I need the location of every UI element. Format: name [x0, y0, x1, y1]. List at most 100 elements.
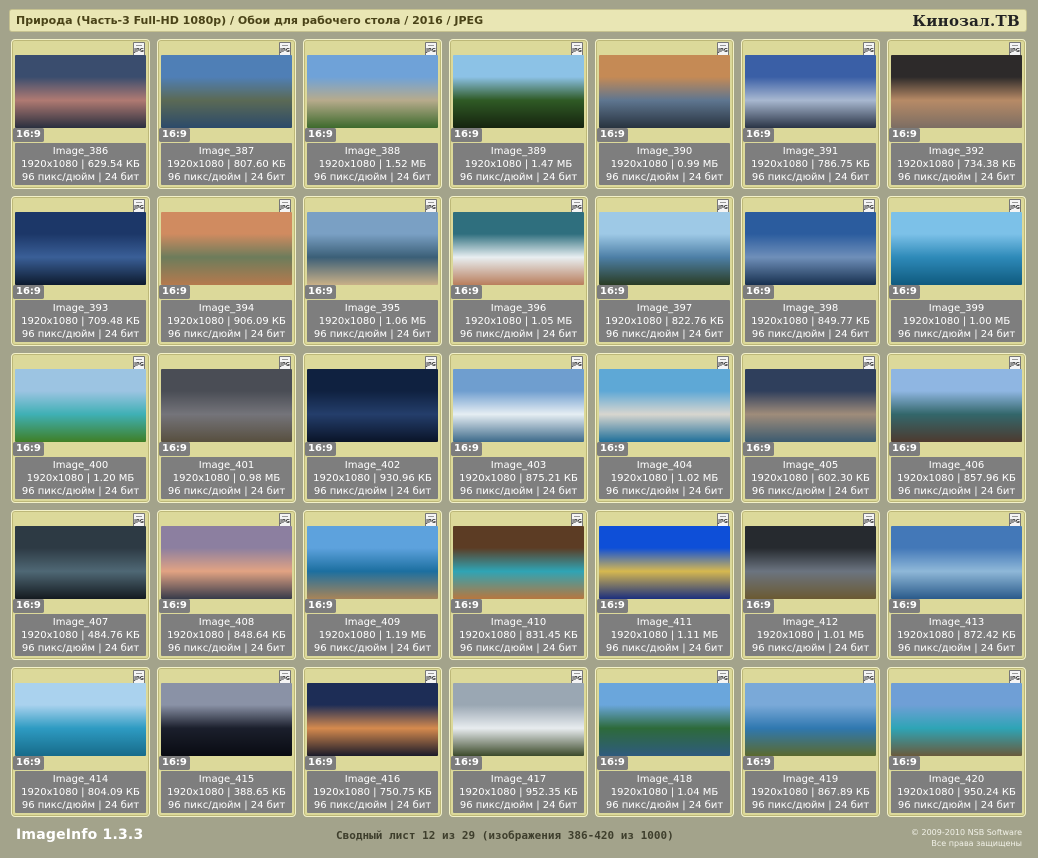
thumbnail-image[interactable] — [745, 526, 876, 599]
image-info-panel: Image_396 1920x1080 | 1.05 МБ 96 пикс/дюйм… — [453, 300, 584, 342]
thumbnail-card[interactable]: JPG 16:9 Image_403 1920x1080 | 875.21 КБ 96 … — [449, 353, 588, 503]
image-name: Image_401 — [198, 460, 255, 471]
image-name: Image_420 — [928, 774, 985, 785]
thumbnail-card[interactable]: JPG 16:9 Image_402 1920x1080 | 930.96 КБ 96 … — [303, 353, 442, 503]
thumbnail-card[interactable]: JPG 16:9 Image_399 1920x1080 | 1.00 МБ 96 пи… — [887, 196, 1026, 346]
thumbnail-card[interactable]: JPG 16:9 Image_411 1920x1080 | 1.11 МБ 96 пи… — [595, 510, 734, 660]
thumbnail-image[interactable] — [453, 212, 584, 285]
image-resolution-depth: 96 пикс/дюйм | 24 бит — [167, 172, 286, 183]
thumbnail-image[interactable] — [161, 212, 292, 285]
thumbnail-card[interactable]: JPG 16:9 Image_406 1920x1080 | 857.96 КБ 96 … — [887, 353, 1026, 503]
thumbnail-card[interactable]: JPG 16:9 Image_401 1920x1080 | 0.98 МБ 96 пи… — [157, 353, 296, 503]
aspect-ratio-badge: 16:9 — [451, 599, 482, 613]
aspect-ratio-badge: 16:9 — [451, 128, 482, 142]
thumbnail-image[interactable] — [15, 369, 146, 442]
thumbnail-image[interactable] — [891, 212, 1022, 285]
image-name: Image_410 — [490, 617, 547, 628]
thumbnail-image[interactable] — [15, 212, 146, 285]
image-resolution-depth: 96 пикс/дюйм | 24 бит — [21, 172, 140, 183]
thumbnail-image[interactable] — [161, 55, 292, 128]
thumbnail-card[interactable]: JPG 16:9 Image_395 1920x1080 | 1.06 МБ 96 пи… — [303, 196, 442, 346]
thumbnail-image[interactable] — [599, 683, 730, 756]
thumbnail-card[interactable]: JPG 16:9 Image_416 1920x1080 | 750.75 КБ 96 … — [303, 667, 442, 817]
thumbnail-image[interactable] — [599, 526, 730, 599]
image-resolution-depth: 96 пикс/дюйм | 24 бит — [167, 486, 286, 497]
image-name: Image_397 — [636, 303, 693, 314]
thumbnail-card[interactable]: JPG 16:9 Image_397 1920x1080 | 822.76 КБ 96 … — [595, 196, 734, 346]
thumbnail-image[interactable] — [599, 212, 730, 285]
thumbnail-card[interactable]: JPG 16:9 Image_404 1920x1080 | 1.02 МБ 96 пи… — [595, 353, 734, 503]
thumbnail-card[interactable]: JPG 16:9 Image_410 1920x1080 | 831.45 КБ 96 … — [449, 510, 588, 660]
thumbnail-card[interactable]: JPG 16:9 Image_413 1920x1080 | 872.42 КБ 96 … — [887, 510, 1026, 660]
thumbnail-image[interactable] — [599, 55, 730, 128]
thumbnail-image[interactable] — [745, 55, 876, 128]
thumbnail-card[interactable]: JPG 16:9 Image_393 1920x1080 | 709.48 КБ 96 … — [11, 196, 150, 346]
thumbnail-card[interactable]: JPG 16:9 Image_407 1920x1080 | 484.76 КБ 96 … — [11, 510, 150, 660]
aspect-ratio-badge: 16:9 — [889, 599, 920, 613]
image-name: Image_419 — [782, 774, 839, 785]
thumbnail-image[interactable] — [307, 369, 438, 442]
thumbnail-card[interactable]: JPG 16:9 Image_398 1920x1080 | 849.77 КБ 96 … — [741, 196, 880, 346]
thumbnail-card[interactable]: JPG 16:9 Image_386 1920x1080 | 629.54 КБ 96 … — [11, 39, 150, 189]
thumbnail-image[interactable] — [745, 683, 876, 756]
thumbnail-card[interactable]: JPG 16:9 Image_409 1920x1080 | 1.19 МБ 96 пи… — [303, 510, 442, 660]
thumbnail-image[interactable] — [453, 683, 584, 756]
thumbnail-card[interactable]: JPG 16:9 Image_388 1920x1080 | 1.52 МБ 96 пи… — [303, 39, 442, 189]
thumbnail-card[interactable]: JPG 16:9 Image_392 1920x1080 | 734.38 КБ 96 … — [887, 39, 1026, 189]
image-name: Image_387 — [198, 146, 255, 157]
image-info-panel: Image_414 1920x1080 | 804.09 КБ 96 пикс/дю… — [15, 771, 146, 813]
thumbnail-image[interactable] — [891, 55, 1022, 128]
image-info-panel: Image_399 1920x1080 | 1.00 МБ 96 пикс/дюйм… — [891, 300, 1022, 342]
aspect-ratio-badge: 16:9 — [13, 285, 44, 299]
thumbnail-image[interactable] — [745, 369, 876, 442]
image-resolution-depth: 96 пикс/дюйм | 24 бит — [313, 172, 432, 183]
thumbnail-card[interactable]: JPG 16:9 Image_389 1920x1080 | 1.47 МБ 96 пи… — [449, 39, 588, 189]
thumbnail-card[interactable]: JPG 16:9 Image_394 1920x1080 | 906.09 КБ 96 … — [157, 196, 296, 346]
thumbnail-image[interactable] — [15, 526, 146, 599]
image-resolution-depth: 96 пикс/дюйм | 24 бит — [605, 486, 724, 497]
thumbnail-image[interactable] — [453, 55, 584, 128]
jpg-file-icon: JPG — [1009, 42, 1021, 56]
thumbnail-image[interactable] — [307, 526, 438, 599]
aspect-ratio-badge: 16:9 — [889, 285, 920, 299]
thumbnail-card[interactable]: JPG 16:9 Image_408 1920x1080 | 848.64 КБ 96 … — [157, 510, 296, 660]
thumbnail-image[interactable] — [453, 526, 584, 599]
image-info-panel: Image_394 1920x1080 | 906.09 КБ 96 пикс/дю… — [161, 300, 292, 342]
thumbnail-image[interactable] — [307, 212, 438, 285]
thumbnail-image[interactable] — [161, 526, 292, 599]
thumbnail-image[interactable] — [891, 369, 1022, 442]
thumbnail-card[interactable]: JPG 16:9 Image_390 1920x1080 | 0.99 МБ 96 пи… — [595, 39, 734, 189]
thumbnail-card[interactable]: JPG 16:9 Image_396 1920x1080 | 1.05 МБ 96 пи… — [449, 196, 588, 346]
thumbnail-card[interactable]: JPG 16:9 Image_412 1920x1080 | 1.01 МБ 96 пи… — [741, 510, 880, 660]
thumbnail-image[interactable] — [453, 369, 584, 442]
thumbnail-image[interactable] — [745, 212, 876, 285]
thumbnail-card[interactable]: JPG 16:9 Image_419 1920x1080 | 867.89 КБ 96 … — [741, 667, 880, 817]
aspect-ratio-badge: 16:9 — [597, 442, 628, 456]
image-info-panel: Image_405 1920x1080 | 602.30 КБ 96 пикс/дю… — [745, 457, 876, 499]
thumbnail-image[interactable] — [307, 683, 438, 756]
aspect-ratio-badge: 16:9 — [305, 285, 336, 299]
thumbnail-card[interactable]: JPG 16:9 Image_420 1920x1080 | 950.24 КБ 96 … — [887, 667, 1026, 817]
thumbnail-image[interactable] — [161, 369, 292, 442]
thumbnail-image[interactable] — [161, 683, 292, 756]
image-resolution-depth: 96 пикс/дюйм | 24 бит — [605, 643, 724, 654]
thumbnail-card[interactable]: JPG 16:9 Image_391 1920x1080 | 786.75 КБ 96 … — [741, 39, 880, 189]
thumbnail-card[interactable]: JPG 16:9 Image_400 1920x1080 | 1.20 МБ 96 пи… — [11, 353, 150, 503]
thumbnail-image[interactable] — [15, 55, 146, 128]
thumbnail-card[interactable]: JPG 16:9 Image_418 1920x1080 | 1.04 МБ 96 пи… — [595, 667, 734, 817]
image-info-panel: Image_419 1920x1080 | 867.89 КБ 96 пикс/дю… — [745, 771, 876, 813]
image-dimensions-size: 1920x1080 | 857.96 КБ — [897, 473, 1016, 484]
image-dimensions-size: 1920x1080 | 950.24 КБ — [897, 787, 1016, 798]
aspect-ratio-badge: 16:9 — [597, 756, 628, 770]
thumbnail-card[interactable]: JPG 16:9 Image_405 1920x1080 | 602.30 КБ 96 … — [741, 353, 880, 503]
thumbnail-card[interactable]: JPG 16:9 Image_417 1920x1080 | 952.35 КБ 96 … — [449, 667, 588, 817]
thumbnail-card[interactable]: JPG 16:9 Image_415 1920x1080 | 388.65 КБ 96 … — [157, 667, 296, 817]
thumbnail-card[interactable]: JPG 16:9 Image_414 1920x1080 | 804.09 КБ 96 … — [11, 667, 150, 817]
thumbnail-card[interactable]: JPG 16:9 Image_387 1920x1080 | 807.60 КБ 96 … — [157, 39, 296, 189]
thumbnail-image[interactable] — [307, 55, 438, 128]
thumbnail-image[interactable] — [891, 526, 1022, 599]
aspect-ratio-badge: 16:9 — [743, 128, 774, 142]
thumbnail-image[interactable] — [599, 369, 730, 442]
thumbnail-image[interactable] — [891, 683, 1022, 756]
thumbnail-image[interactable] — [15, 683, 146, 756]
